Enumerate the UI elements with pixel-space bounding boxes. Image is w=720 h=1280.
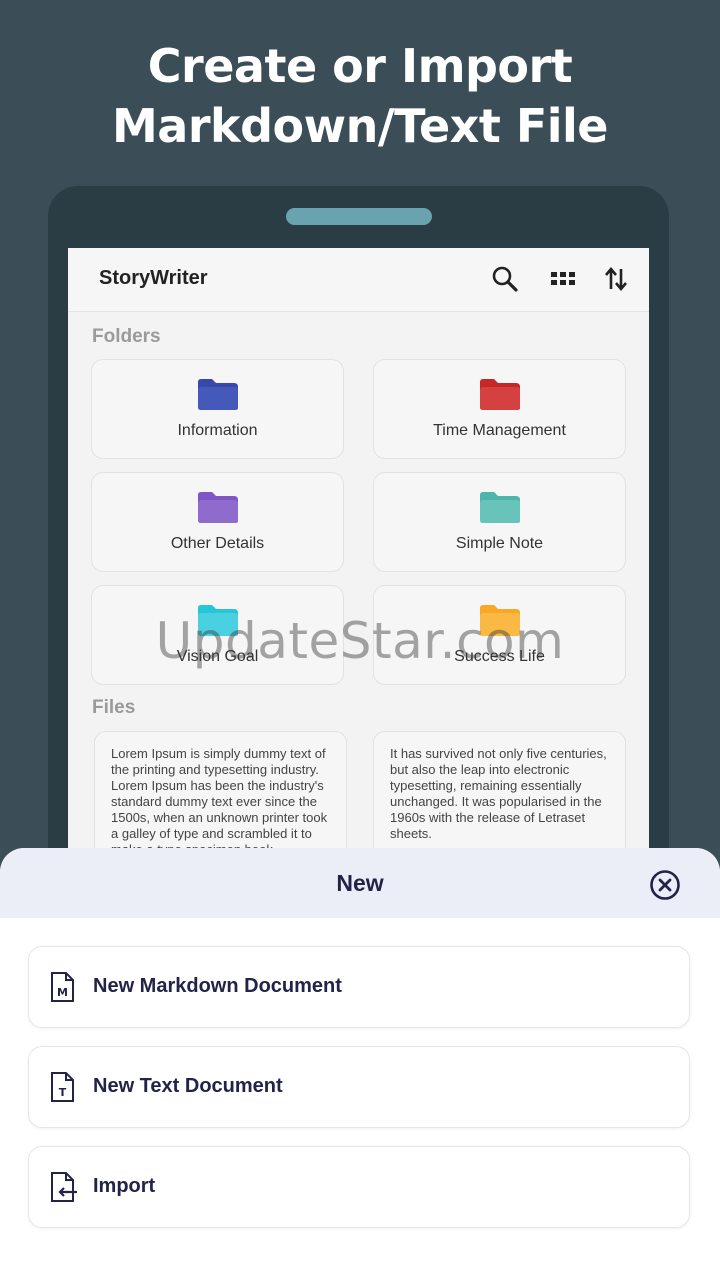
app-bar: StoryWriter xyxy=(68,248,649,312)
sheet-header: New xyxy=(0,848,720,918)
folders-section-title: Folders xyxy=(92,326,161,347)
grid-view-icon[interactable] xyxy=(548,264,578,294)
sort-icon[interactable] xyxy=(601,264,631,294)
folder-card[interactable]: Information xyxy=(91,359,344,459)
folder-name: Simple Note xyxy=(455,535,544,552)
text-file-icon: T xyxy=(51,1072,74,1102)
app-title: StoryWriter xyxy=(99,267,208,289)
sheet-title: New xyxy=(336,870,384,896)
headline-line-2: Markdown/Text File xyxy=(112,99,608,153)
folder-name: Other Details xyxy=(170,535,265,552)
import-option[interactable]: Import xyxy=(28,1146,690,1228)
option-label: New Markdown Document xyxy=(93,975,342,997)
folder-icon xyxy=(480,492,520,523)
file-preview-text: It has survived not only five centuries,… xyxy=(390,746,607,841)
svg-text:M: M xyxy=(57,986,68,999)
folder-icon xyxy=(480,379,520,410)
new-bottom-sheet: New M New Markdown Document T New Text D… xyxy=(0,848,720,1280)
new-markdown-document-option[interactable]: M New Markdown Document xyxy=(28,946,690,1028)
folder-card[interactable]: Simple Note xyxy=(373,472,626,572)
folder-icon xyxy=(198,492,238,523)
close-circle-icon[interactable] xyxy=(648,868,682,902)
folder-name: Information xyxy=(177,422,258,439)
markdown-file-icon: M xyxy=(51,972,74,1002)
import-file-icon xyxy=(51,1172,77,1202)
phone-speaker xyxy=(286,208,432,225)
headline-line-1: Create or Import xyxy=(147,39,573,93)
folder-icon xyxy=(198,379,238,410)
search-icon[interactable] xyxy=(490,264,520,294)
folder-name: Time Management xyxy=(433,422,566,439)
files-section-title: Files xyxy=(92,697,136,718)
promo-headline: Create or Import Markdown/Text File xyxy=(0,36,720,156)
option-label: Import xyxy=(93,1175,156,1197)
new-text-document-option[interactable]: T New Text Document xyxy=(28,1046,690,1128)
file-preview-text: Lorem Ipsum is simply dummy text of the … xyxy=(111,746,328,857)
folder-card[interactable]: Other Details xyxy=(91,472,344,572)
option-label: New Text Document xyxy=(93,1075,283,1097)
watermark-text: UpdateStar.com xyxy=(155,612,565,670)
svg-text:T: T xyxy=(59,1086,67,1099)
folder-card[interactable]: Time Management xyxy=(373,359,626,459)
